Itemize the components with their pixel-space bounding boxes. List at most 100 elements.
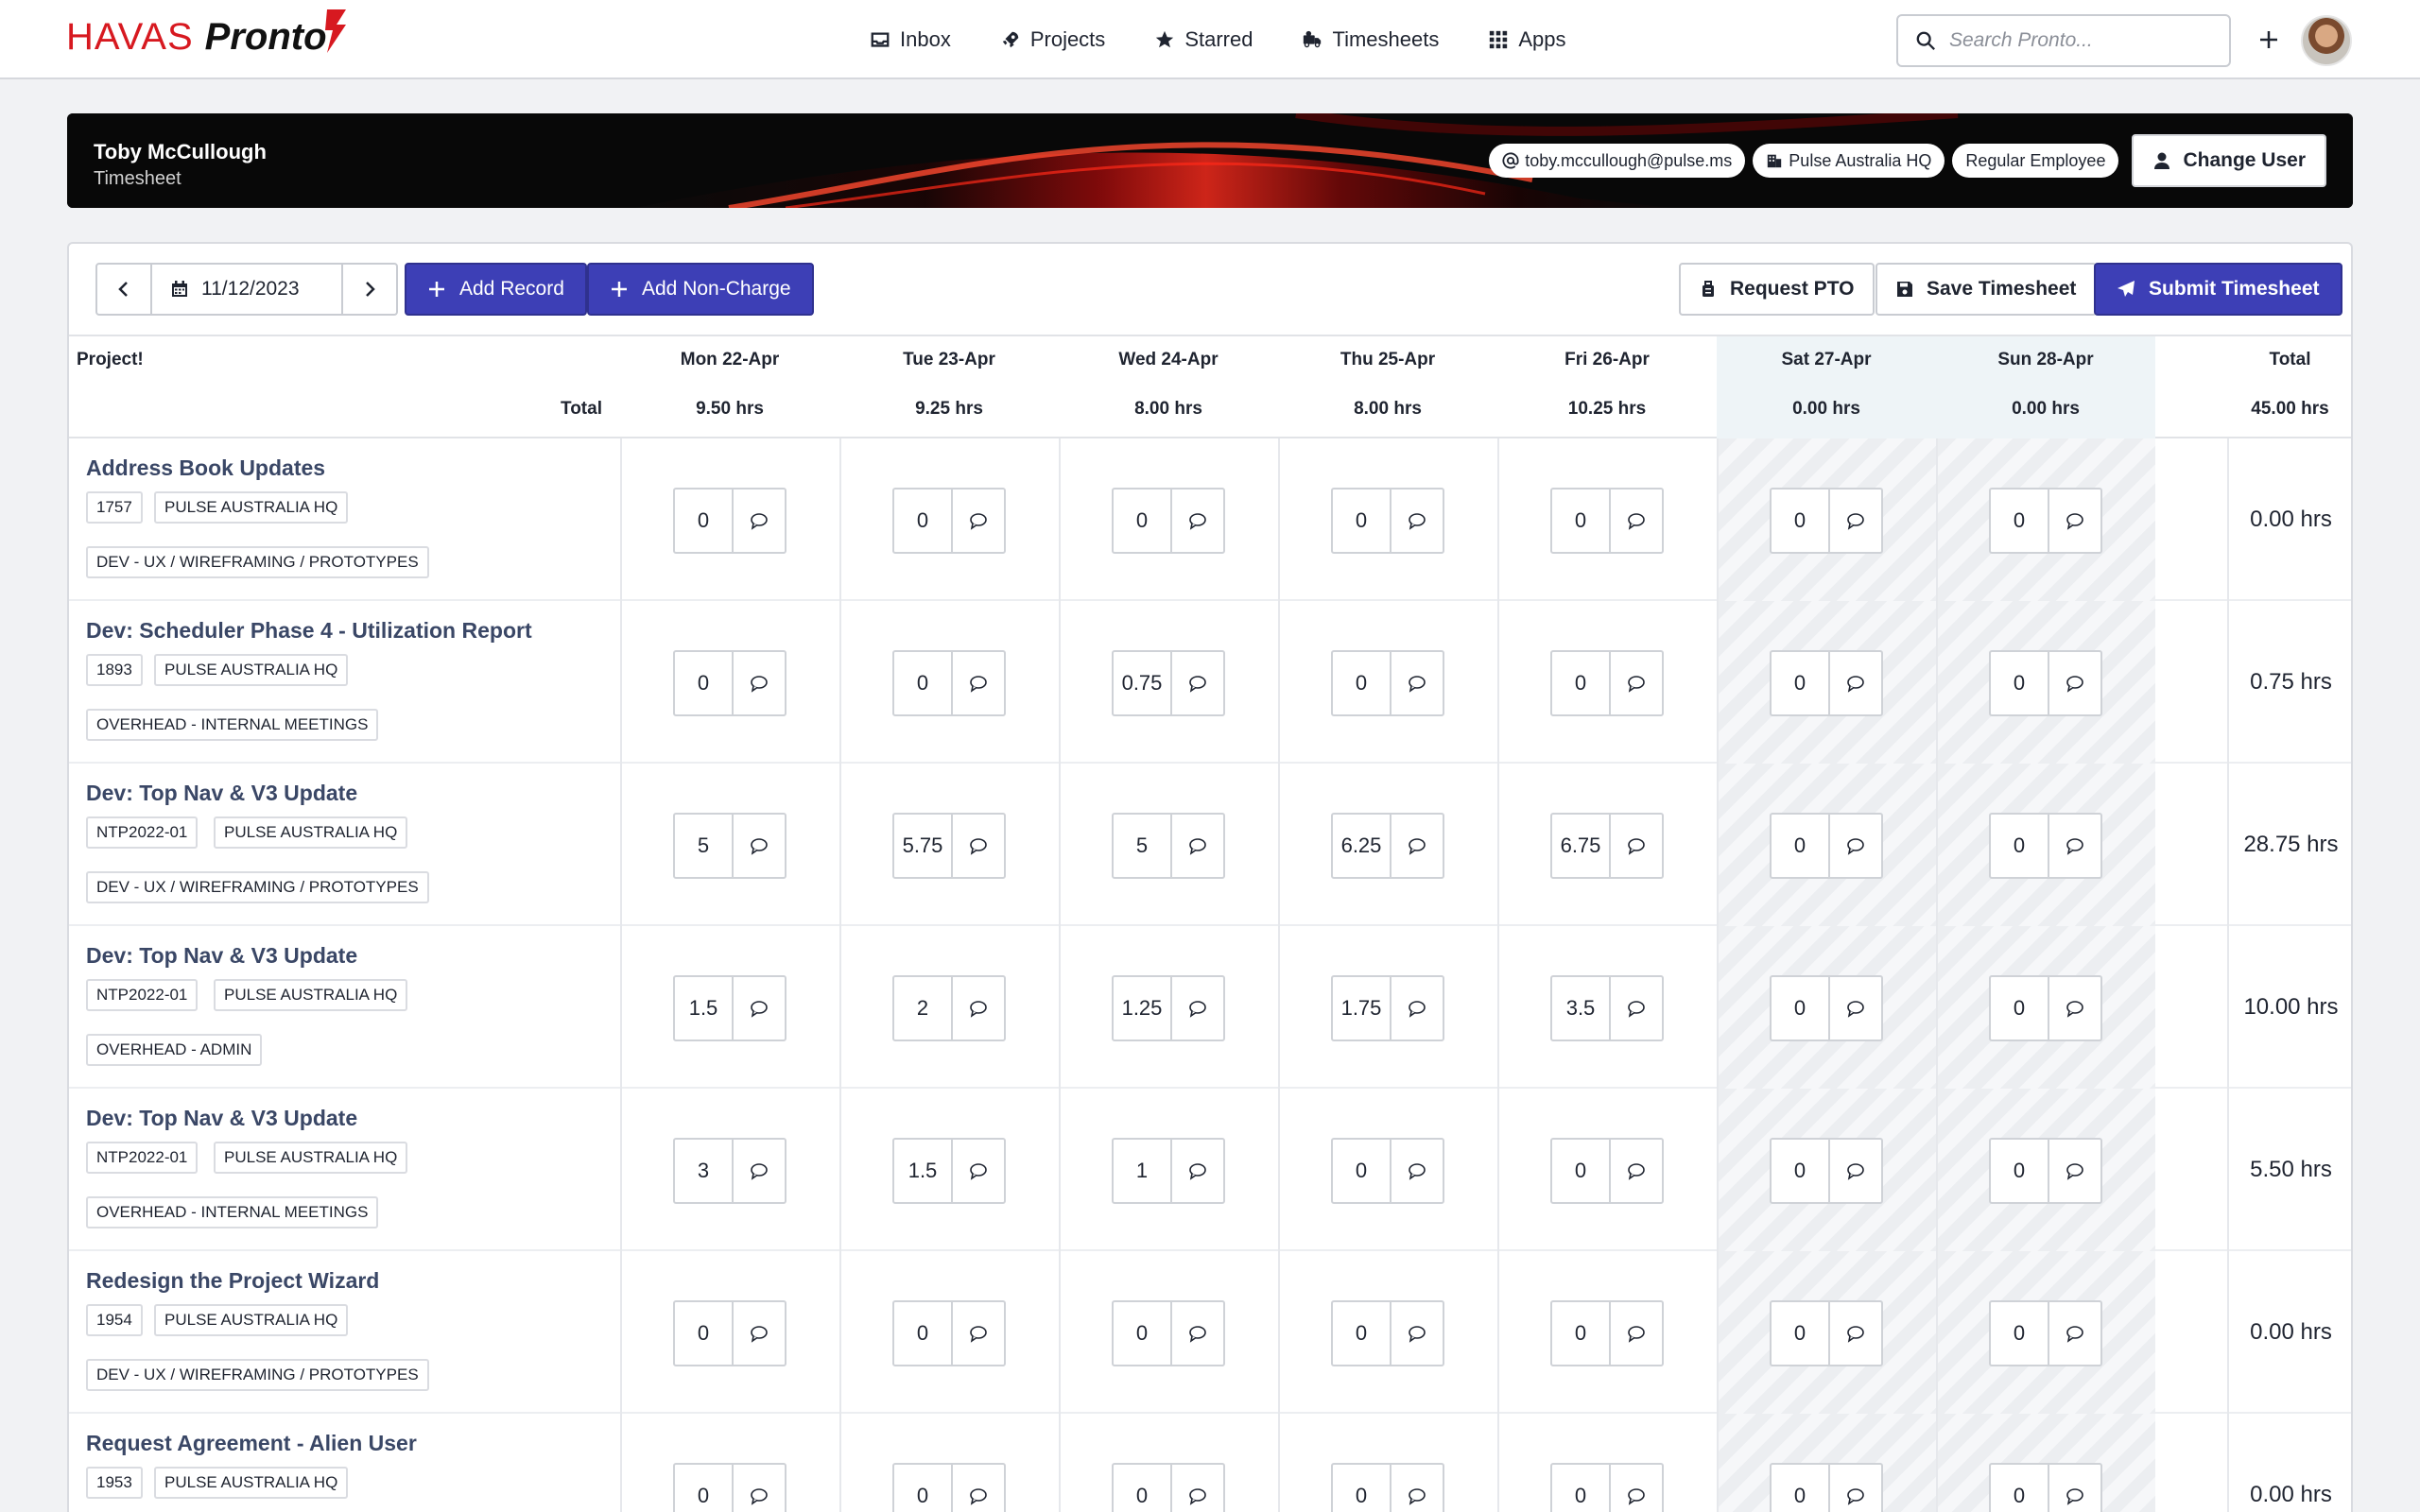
nav-projects[interactable]: Projects	[1000, 27, 1105, 52]
hours-input[interactable]: 5	[1114, 815, 1172, 877]
project-title-link[interactable]: Dev: Top Nav & V3 Update	[86, 781, 357, 806]
hours-input[interactable]: 0	[675, 1302, 734, 1365]
add-comment-button[interactable]	[953, 977, 1004, 1040]
add-comment-button[interactable]	[1392, 1465, 1443, 1512]
add-comment-button[interactable]	[1830, 652, 1881, 714]
hours-input[interactable]: 0	[1991, 652, 2049, 714]
add-comment-button[interactable]	[1172, 1302, 1223, 1365]
hours-input[interactable]: 0	[675, 652, 734, 714]
add-comment-button[interactable]	[953, 1140, 1004, 1202]
add-comment-button[interactable]	[2049, 815, 2100, 877]
hours-input[interactable]: 1.5	[894, 1140, 953, 1202]
project-title-link[interactable]: Dev: Top Nav & V3 Update	[86, 943, 357, 969]
add-comment-button[interactable]	[1611, 815, 1662, 877]
add-comment-button[interactable]	[953, 652, 1004, 714]
add-comment-button[interactable]	[1392, 1302, 1443, 1365]
hours-input[interactable]: 0	[1333, 1302, 1392, 1365]
hours-input[interactable]: 0	[675, 1465, 734, 1512]
add-comment-button[interactable]	[2049, 1465, 2100, 1512]
hours-input[interactable]: 0	[675, 490, 734, 552]
add-non-charge-button[interactable]: Add Non-Charge	[587, 263, 814, 316]
next-week-button[interactable]	[343, 265, 396, 314]
search-box[interactable]	[1896, 14, 2231, 67]
add-comment-button[interactable]	[734, 977, 785, 1040]
hours-input[interactable]: 1	[1114, 1140, 1172, 1202]
hours-input[interactable]: 0	[894, 490, 953, 552]
hours-input[interactable]: 0	[1991, 1302, 2049, 1365]
add-comment-button[interactable]	[1611, 652, 1662, 714]
add-comment-button[interactable]	[734, 815, 785, 877]
add-comment-button[interactable]	[1830, 1302, 1881, 1365]
add-comment-button[interactable]	[734, 1465, 785, 1512]
user-avatar[interactable]	[2301, 15, 2352, 66]
hours-input[interactable]: 5.75	[894, 815, 953, 877]
add-comment-button[interactable]	[953, 1302, 1004, 1365]
hours-input[interactable]: 0	[1991, 1465, 2049, 1512]
add-comment-button[interactable]	[734, 1140, 785, 1202]
hours-input[interactable]: 0	[1114, 1465, 1172, 1512]
hours-input[interactable]: 1.75	[1333, 977, 1392, 1040]
hours-input[interactable]: 0	[1333, 652, 1392, 714]
hours-input[interactable]: 6.25	[1333, 815, 1392, 877]
request-pto-button[interactable]: Request PTO	[1679, 263, 1876, 316]
add-comment-button[interactable]	[953, 1465, 1004, 1512]
add-comment-button[interactable]	[2049, 1140, 2100, 1202]
add-comment-button[interactable]	[1611, 490, 1662, 552]
add-comment-button[interactable]	[2049, 490, 2100, 552]
add-comment-button[interactable]	[1392, 652, 1443, 714]
add-comment-button[interactable]	[1172, 490, 1223, 552]
hours-input[interactable]: 0	[1114, 1302, 1172, 1365]
add-comment-button[interactable]	[1392, 490, 1443, 552]
hours-input[interactable]: 0	[894, 1465, 953, 1512]
nav-inbox[interactable]: Inbox	[870, 27, 951, 52]
hours-input[interactable]: 0	[1772, 652, 1830, 714]
add-record-button[interactable]: Add Record	[405, 263, 587, 316]
submit-timesheet-button[interactable]: Submit Timesheet	[2094, 263, 2342, 316]
project-title-link[interactable]: Address Book Updates	[86, 455, 325, 481]
hours-input[interactable]: 0.75	[1114, 652, 1172, 714]
hours-input[interactable]: 0	[1772, 815, 1830, 877]
add-comment-button[interactable]	[1611, 1302, 1662, 1365]
add-comment-button[interactable]	[1392, 977, 1443, 1040]
hours-input[interactable]: 0	[1772, 977, 1830, 1040]
add-comment-button[interactable]	[2049, 1302, 2100, 1365]
hours-input[interactable]: 0	[1114, 490, 1172, 552]
hours-input[interactable]: 0	[1333, 490, 1392, 552]
hours-input[interactable]: 0	[1772, 490, 1830, 552]
nav-starred[interactable]: Starred	[1154, 27, 1253, 52]
hours-input[interactable]: 0	[894, 652, 953, 714]
hours-input[interactable]: 0	[1552, 1302, 1611, 1365]
hours-input[interactable]: 0	[1333, 1140, 1392, 1202]
hours-input[interactable]: 2	[894, 977, 953, 1040]
hours-input[interactable]: 0	[894, 1302, 953, 1365]
hours-input[interactable]: 0	[1991, 977, 2049, 1040]
add-comment-button[interactable]	[1611, 1140, 1662, 1202]
add-comment-button[interactable]	[953, 815, 1004, 877]
hours-input[interactable]: 3.5	[1552, 977, 1611, 1040]
add-comment-button[interactable]	[1830, 977, 1881, 1040]
add-comment-button[interactable]	[1392, 1140, 1443, 1202]
add-comment-button[interactable]	[2049, 977, 2100, 1040]
add-comment-button[interactable]	[1830, 1140, 1881, 1202]
add-comment-button[interactable]	[1830, 1465, 1881, 1512]
add-comment-button[interactable]	[734, 652, 785, 714]
add-comment-button[interactable]	[734, 490, 785, 552]
add-comment-button[interactable]	[1611, 1465, 1662, 1512]
hours-input[interactable]: 0	[1991, 815, 2049, 877]
hours-input[interactable]: 0	[1552, 1140, 1611, 1202]
add-comment-button[interactable]	[953, 490, 1004, 552]
hours-input[interactable]: 0	[1772, 1140, 1830, 1202]
hours-input[interactable]: 0	[1991, 1140, 2049, 1202]
hours-input[interactable]: 5	[675, 815, 734, 877]
hours-input[interactable]: 6.75	[1552, 815, 1611, 877]
hours-input[interactable]: 0	[1552, 652, 1611, 714]
hours-input[interactable]: 0	[1333, 1465, 1392, 1512]
add-comment-button[interactable]	[1172, 1140, 1223, 1202]
project-title-link[interactable]: Dev: Top Nav & V3 Update	[86, 1106, 357, 1131]
add-comment-button[interactable]	[1611, 977, 1662, 1040]
change-user-button[interactable]: Change User	[2132, 134, 2326, 187]
add-comment-button[interactable]	[734, 1302, 785, 1365]
hours-input[interactable]: 0	[1772, 1302, 1830, 1365]
previous-week-button[interactable]	[97, 265, 150, 314]
add-comment-button[interactable]	[1172, 1465, 1223, 1512]
